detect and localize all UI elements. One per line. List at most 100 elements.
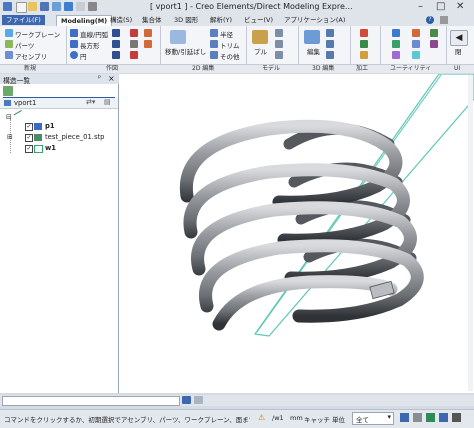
new-workplane-button[interactable]: ワークプレーン: [15, 29, 60, 39]
chamfer-icon[interactable]: [326, 40, 334, 48]
circle-button[interactable]: 円: [80, 51, 87, 61]
filter-icon[interactable]: [430, 40, 438, 48]
options-icon[interactable]: [440, 16, 448, 24]
trim-button[interactable]: トリム: [220, 40, 240, 50]
more-edit-button[interactable]: その他: [220, 51, 240, 61]
check-icon[interactable]: [392, 40, 400, 48]
spline-tool-icon[interactable]: [112, 51, 120, 59]
pin-icon[interactable]: ᵖ: [98, 74, 101, 82]
tab-assembly[interactable]: 集合体: [138, 15, 166, 25]
group-label-2d-edit: 2D 編集: [192, 65, 215, 72]
measure-icon[interactable]: [392, 29, 400, 37]
drill-icon[interactable]: [360, 29, 368, 37]
rectangle-button[interactable]: 長方形: [80, 40, 100, 50]
reference-icon[interactable]: [144, 29, 152, 37]
selection-icon[interactable]: [413, 413, 422, 422]
structure-panel: [0, 84, 119, 393]
blend-icon[interactable]: [326, 29, 334, 37]
new-file-icon[interactable]: [16, 2, 27, 13]
move-stretch-button[interactable]: 移動/引延ばし: [165, 46, 206, 56]
window-title: [ vport1 ] - Creo Elements/Direct Modeli…: [150, 2, 353, 11]
close-panel-button[interactable]: 閉: [455, 46, 462, 56]
viewport-scrollbar[interactable]: [468, 75, 473, 391]
close-button[interactable]: ✕: [456, 1, 464, 12]
info-icon[interactable]: [412, 40, 420, 48]
close-panel-x-icon[interactable]: ×: [108, 74, 115, 83]
construction-icon[interactable]: [130, 40, 138, 48]
radius-button[interactable]: 半径: [220, 29, 233, 39]
tab-file[interactable]: ファイル(F): [2, 15, 45, 25]
undo-icon[interactable]: [64, 2, 73, 11]
new-part-button[interactable]: パーツ: [15, 40, 34, 50]
filter-select-value: 全て: [356, 416, 369, 424]
assembly-icon: [34, 134, 42, 141]
visibility-checkbox[interactable]: ✓: [25, 134, 33, 142]
bolt-icon[interactable]: [275, 40, 283, 48]
layer-icon[interactable]: [412, 51, 420, 59]
property-icon[interactable]: [392, 51, 400, 59]
command-history-icon[interactable]: [194, 396, 203, 404]
edit-3d-button[interactable]: 編集: [307, 46, 320, 56]
redo-icon[interactable]: [76, 2, 85, 11]
snap-icon[interactable]: [430, 29, 438, 37]
offset-icon[interactable]: [144, 40, 152, 48]
command-input[interactable]: [2, 396, 180, 406]
color-icon[interactable]: [412, 29, 420, 37]
catch-button[interactable]: キャッチ: [304, 414, 330, 424]
viewport-canvas: [179, 74, 474, 337]
help-icon[interactable]: ?: [426, 16, 434, 24]
tab-analysis[interactable]: 解析(Y): [206, 15, 236, 25]
tree-item-label: test_piece_01.stp: [45, 133, 105, 141]
title-bar: [ vport1 ] - Creo Elements/Direct Modeli…: [0, 0, 474, 15]
tree-root-icon[interactable]: [3, 86, 13, 96]
status-message: コマンドをクリックするか、初期選択でアセンブリ、パーツ、ワークプレーン、面まで.…: [4, 416, 250, 424]
tree-menu-icon[interactable]: ▤: [104, 98, 111, 106]
mill-icon[interactable]: [360, 40, 368, 48]
visibility-checkbox[interactable]: ✓: [25, 145, 33, 153]
status-path: /w1: [272, 414, 284, 422]
snap-status-icon[interactable]: [426, 413, 435, 422]
chevron-down-icon: ▾: [387, 413, 391, 421]
line-arc-icon: [70, 29, 78, 37]
loft-icon[interactable]: [275, 51, 283, 59]
tab-view[interactable]: ビュー(V): [240, 15, 277, 25]
save-icon[interactable]: [40, 2, 49, 11]
thread-icon[interactable]: [360, 51, 368, 59]
unit-button[interactable]: 単位: [332, 414, 345, 424]
line-arc-button[interactable]: 直線/円弧: [80, 29, 108, 39]
tab-modeling[interactable]: Modeling(M): [56, 15, 113, 26]
close-panel-icon: ◀: [450, 30, 468, 46]
quick-access-menu-icon[interactable]: [88, 2, 97, 11]
visibility-checkbox[interactable]: ✓: [25, 123, 33, 131]
tab-structure[interactable]: 構造(S): [106, 15, 136, 25]
turn-icon[interactable]: [275, 29, 283, 37]
delete-geometry-icon[interactable]: [130, 29, 138, 37]
fillet-tool-icon[interactable]: [112, 40, 120, 48]
tree-options-icon[interactable]: ⇄▾: [86, 98, 95, 106]
pull-button[interactable]: プル: [254, 46, 267, 56]
monitor-icon[interactable]: [452, 413, 461, 422]
shell-icon[interactable]: [326, 51, 334, 59]
radius-icon: [210, 29, 218, 37]
tab-3d-geometry[interactable]: 3D 図形: [170, 15, 202, 25]
tree-item-label: p1: [45, 122, 55, 130]
maximize-button[interactable]: □: [436, 1, 445, 12]
filter-select[interactable]: 全て ▾: [352, 412, 394, 425]
group-label-ui: UI: [454, 65, 461, 72]
minimize-button[interactable]: –: [418, 1, 423, 12]
tree-expand-toggle[interactable]: ⊞: [7, 133, 13, 141]
part-icon: [34, 123, 42, 130]
3d-viewport[interactable]: [119, 74, 474, 393]
open-folder-icon[interactable]: [28, 2, 37, 11]
arc-tool-icon[interactable]: [112, 29, 120, 37]
dimension-icon[interactable]: [130, 51, 138, 59]
filter-icon[interactable]: [400, 413, 409, 422]
command-enter-icon[interactable]: [182, 396, 191, 404]
viewport-selector[interactable]: vport1 ⇄▾ ▤: [0, 98, 118, 109]
new-assembly-button[interactable]: アセンブリ: [15, 51, 47, 61]
tab-applications[interactable]: アプリケーション(A): [280, 15, 349, 25]
pull-icon: [252, 30, 268, 44]
highlight-icon[interactable]: [439, 413, 448, 422]
save-as-icon[interactable]: [52, 2, 61, 11]
ribbon-group-label-bar: 新規 作図 2D 編集 モデル 3D 編集 加工 ユーティリティ UI: [0, 64, 474, 73]
